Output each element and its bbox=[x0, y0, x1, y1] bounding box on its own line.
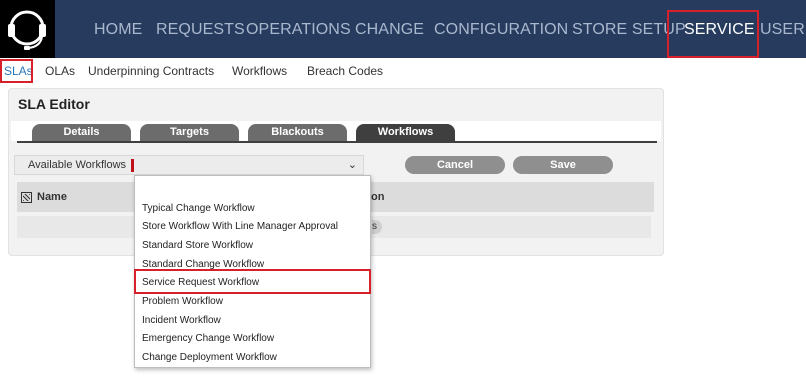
subnav-workflows[interactable]: Workflows bbox=[232, 64, 287, 78]
nav-requests[interactable]: REQUESTS bbox=[156, 21, 245, 39]
tab-workflows[interactable]: Workflows bbox=[356, 124, 455, 141]
slas-highlight-box bbox=[0, 59, 33, 83]
dropdown-option[interactable]: Emergency Change Workflow bbox=[142, 333, 274, 344]
available-workflows-label: Available Workflows bbox=[28, 159, 127, 171]
column-second-header[interactable]: on bbox=[371, 191, 384, 203]
headset-logo-icon[interactable] bbox=[0, 0, 55, 58]
service-highlight-box bbox=[667, 10, 759, 58]
dropdown-option[interactable]: Standard Store Workflow bbox=[142, 240, 253, 251]
nav-operations[interactable]: OPERATIONS bbox=[246, 21, 351, 39]
tab-targets[interactable]: Targets bbox=[140, 124, 239, 141]
dropdown-option[interactable]: Problem Workflow bbox=[142, 296, 223, 307]
nav-change[interactable]: CHANGE bbox=[355, 21, 424, 39]
sub-nav-bar: SLAs OLAs Underpinning Contracts Workflo… bbox=[0, 58, 806, 84]
dropdown-option[interactable]: Incident Workflow bbox=[142, 315, 221, 326]
chevron-down-icon[interactable]: ⌄ bbox=[348, 158, 357, 171]
tab-details[interactable]: Details bbox=[32, 124, 131, 141]
panel-title: SLA Editor bbox=[18, 96, 90, 112]
subnav-underpinning-contracts[interactable]: Underpinning Contracts bbox=[88, 64, 214, 78]
row-pill: s bbox=[372, 220, 382, 234]
subnav-olas[interactable]: OLAs bbox=[45, 64, 75, 78]
tab-blackouts[interactable]: Blackouts bbox=[248, 124, 347, 141]
service-request-highlight-box bbox=[134, 269, 371, 294]
tab-underline bbox=[17, 141, 657, 143]
dropdown-option[interactable]: Typical Change Workflow bbox=[142, 203, 255, 214]
save-button[interactable]: Save bbox=[513, 156, 613, 174]
subnav-breach-codes[interactable]: Breach Codes bbox=[307, 64, 383, 78]
select-all-icon[interactable] bbox=[21, 192, 32, 203]
required-marker bbox=[131, 159, 134, 172]
nav-home[interactable]: HOME bbox=[94, 21, 142, 39]
column-name-header[interactable]: Name bbox=[37, 191, 67, 203]
available-workflows-select[interactable]: Available Workflows ⌄ bbox=[14, 155, 364, 175]
dropdown-option[interactable]: Change Deployment Workflow bbox=[142, 352, 277, 363]
nav-user[interactable]: USER bbox=[760, 21, 805, 39]
nav-configuration[interactable]: CONFIGURATION bbox=[434, 21, 568, 39]
cancel-button[interactable]: Cancel bbox=[405, 156, 505, 174]
dropdown-option[interactable]: Store Workflow With Line Manager Approva… bbox=[142, 221, 338, 232]
